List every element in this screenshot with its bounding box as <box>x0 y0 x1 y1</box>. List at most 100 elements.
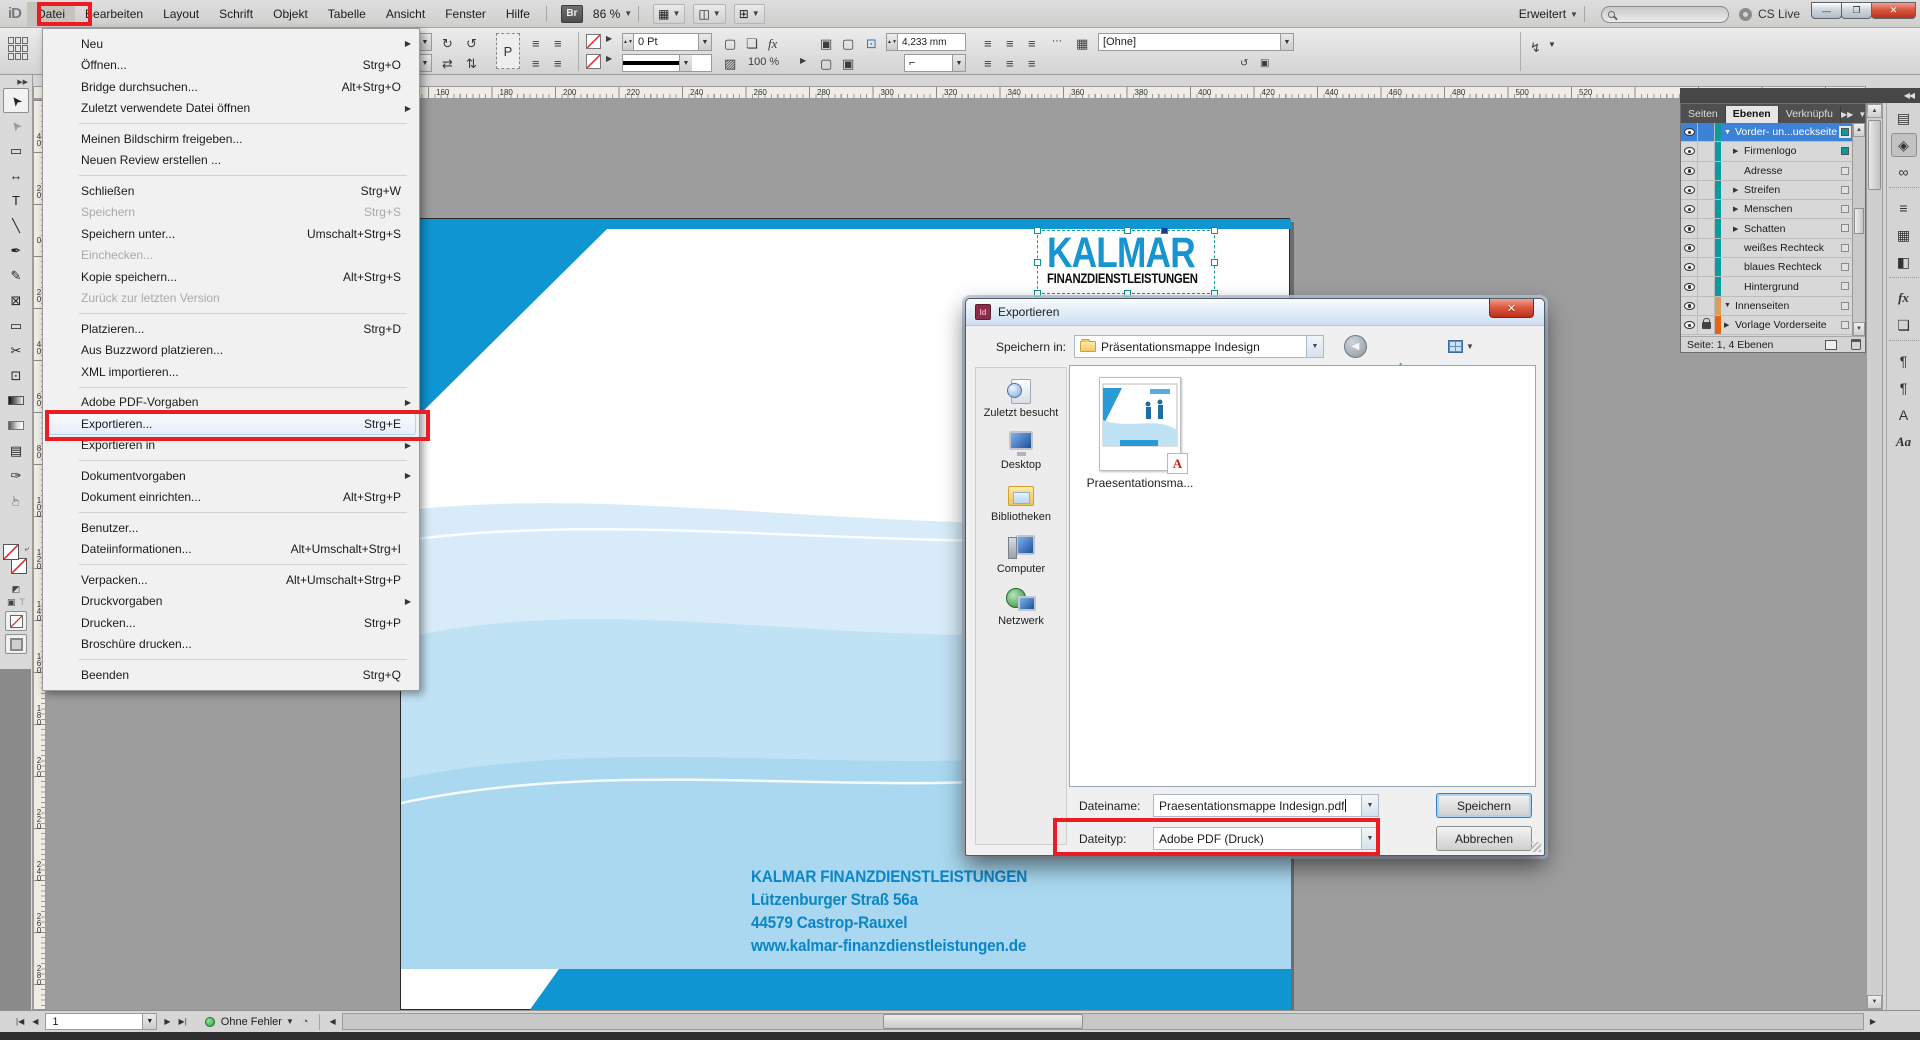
panel-expand-icon[interactable]: ▶▶ <box>1841 110 1853 119</box>
horizontal-scroll-thumb[interactable] <box>883 1014 1083 1029</box>
layer-row[interactable]: Streifen✎ <box>1681 181 1852 200</box>
drop-shadow-icon[interactable]: ▢ <box>724 36 736 52</box>
menu-item[interactable]: XML importieren... <box>43 361 419 383</box>
visibility-eye-icon[interactable] <box>1684 283 1695 291</box>
align-vtop-button[interactable]: ≡ <box>984 56 992 71</box>
flip-vertical-icon[interactable]: ⇅ <box>466 56 477 72</box>
visibility-eye-icon[interactable] <box>1684 225 1695 233</box>
chevron-down-icon[interactable]: ▼ <box>679 55 692 71</box>
menu-item[interactable]: Schließen Strg+W <box>43 180 419 202</box>
selection-handle[interactable] <box>1124 227 1131 234</box>
horizontal-scrollbar[interactable] <box>342 1013 1864 1030</box>
layer-row[interactable]: Firmenlogo✎ <box>1681 142 1852 161</box>
minimize-button[interactable]: — <box>1811 2 1842 19</box>
layer-selection-square[interactable] <box>1841 282 1849 290</box>
tab-verknuepfungen[interactable]: Verknüpfu <box>1779 106 1841 123</box>
resize-grip[interactable] <box>1531 842 1541 852</box>
menu-item[interactable] <box>79 560 415 569</box>
chevron-down-icon[interactable]: ▼ <box>1361 828 1378 849</box>
layer-row[interactable]: Innenseiten✎ <box>1681 297 1852 316</box>
menubar-item-layout[interactable]: Layout <box>153 2 209 26</box>
reference-point-selector[interactable] <box>8 37 28 60</box>
stroke-panel-icon[interactable]: ≡ <box>1891 196 1917 220</box>
align-vcenter-button[interactable]: ≡ <box>1006 56 1014 71</box>
menubar-item-datei[interactable]: Datei <box>27 2 75 26</box>
stroke-style-dropdown[interactable]: ▼ <box>622 54 712 72</box>
eyedropper-tool[interactable]: ✑ <box>3 463 29 488</box>
visibility-eye-icon[interactable] <box>1684 244 1695 252</box>
page-number-field[interactable]: 1 ▼ <box>45 1013 157 1030</box>
menubar-item-schrift[interactable]: Schrift <box>209 2 263 26</box>
tab-seiten[interactable]: Seiten <box>1681 106 1726 123</box>
layer-selection-square[interactable] <box>1841 147 1849 155</box>
selection-handle[interactable] <box>1124 290 1131 297</box>
menu-item[interactable]: Neu <box>43 33 419 55</box>
layer-row[interactable]: Hintergrund✎ <box>1681 277 1852 296</box>
wrap-none-icon[interactable]: ▣ <box>820 36 832 52</box>
menu-item[interactable] <box>79 171 415 180</box>
scroll-up-button[interactable]: ▲ <box>1853 123 1865 137</box>
scroll-right-button[interactable]: ▶ <box>1866 1017 1880 1026</box>
selection-bounding-box[interactable] <box>1037 230 1215 294</box>
selection-tool[interactable]: ➤ <box>3 88 29 113</box>
next-page-button[interactable]: ▶ <box>160 1017 174 1026</box>
corner-radius-field[interactable]: ▲▼4,233 mm <box>886 33 966 51</box>
selection-anchor-handle[interactable] <box>1161 227 1168 234</box>
save-button[interactable]: Speichern <box>1436 793 1532 818</box>
menu-item[interactable]: Zuletzt verwendete Datei öffnen <box>43 98 419 120</box>
pen-tool[interactable]: ✒ <box>3 238 29 263</box>
object-styles-panel-icon[interactable]: ❏ <box>1891 313 1917 337</box>
dock-icon[interactable] <box>1889 277 1919 283</box>
chevron-down-icon[interactable]: ▼ <box>1280 34 1293 50</box>
dock-icon[interactable] <box>1889 187 1919 193</box>
frame-fitting-icon[interactable]: ⊡ <box>866 36 877 52</box>
menu-item[interactable]: Benutzer... <box>43 517 419 539</box>
menu-item[interactable]: Adobe PDF-Vorgaben <box>43 392 419 414</box>
paragraph-styles-panel-icon[interactable]: ¶ <box>1891 376 1917 400</box>
chevron-down-icon[interactable]: ▼ <box>1361 795 1378 816</box>
tab-ebenen[interactable]: Ebenen <box>1726 106 1779 123</box>
align-bottom-icon[interactable]: ≡ <box>532 56 540 71</box>
character-styles-panel-icon[interactable]: A <box>1891 403 1917 427</box>
scroll-down-button[interactable]: ▼ <box>1853 322 1865 336</box>
close-button[interactable]: ✕ <box>1871 2 1916 19</box>
fx-icon[interactable]: fx <box>768 36 777 52</box>
menu-item[interactable]: Broschüre drucken... <box>43 634 419 656</box>
menu-item[interactable]: Neuen Review erstellen ... <box>43 150 419 172</box>
chevron-down-icon[interactable]: ▼ <box>952 55 965 71</box>
file-item[interactable]: A Praesentationsma... <box>1085 377 1195 490</box>
page-tool[interactable]: ▭ <box>3 138 29 163</box>
layer-selection-square[interactable] <box>1841 302 1849 310</box>
object-effects-icon[interactable]: ❏ <box>746 36 758 52</box>
opacity-value[interactable]: 100 % <box>748 56 779 68</box>
preflight-status-text[interactable]: Ohne Fehler <box>221 1016 282 1028</box>
expand-arrow-icon[interactable] <box>1724 302 1732 309</box>
note-tool[interactable]: ▤ <box>3 438 29 463</box>
selection-handle[interactable] <box>1211 290 1218 297</box>
layer-selection-square[interactable] <box>1841 224 1849 232</box>
first-page-button[interactable]: |◀ <box>12 1017 28 1026</box>
selection-handle[interactable] <box>1034 259 1041 266</box>
place-computer[interactable]: Computer <box>976 532 1066 575</box>
file-list[interactable]: A Praesentationsma... <box>1069 365 1536 787</box>
save-in-dropdown[interactable]: Präsentationsmappe Indesign ▼ <box>1074 335 1324 358</box>
layer-selection-square[interactable] <box>1841 186 1849 194</box>
back-button[interactable]: ◀ <box>1344 335 1367 358</box>
menu-item[interactable]: Kopie speichern... Alt+Strg+S <box>43 266 419 288</box>
filetype-dropdown[interactable]: Adobe PDF (Druck) ▼ <box>1153 827 1379 850</box>
align-hcenter-button[interactable]: ≡ <box>1006 36 1014 51</box>
menubar-item-hilfe[interactable]: Hilfe <box>496 2 540 26</box>
glyphs-panel-icon[interactable]: Aa <box>1891 430 1917 454</box>
menu-item[interactable] <box>79 309 415 318</box>
object-style-icon[interactable]: ▦ <box>1076 36 1088 52</box>
visibility-eye-icon[interactable] <box>1684 205 1695 213</box>
visibility-eye-icon[interactable] <box>1684 167 1695 175</box>
expand-arrow-icon[interactable] <box>1733 147 1741 155</box>
gradient-panel-icon[interactable]: ◧ <box>1891 250 1917 274</box>
align-vbottom-button[interactable]: ≡ <box>1028 56 1036 71</box>
flip-horizontal-icon[interactable]: ⇄ <box>442 56 453 72</box>
wrap-object-icon[interactable]: ▢ <box>820 56 832 72</box>
formatting-affects-toggle[interactable]: ▣T <box>0 597 32 608</box>
menu-item[interactable]: Platzieren... Strg+D <box>43 318 419 340</box>
expand-arrow-icon[interactable] <box>1733 186 1741 194</box>
